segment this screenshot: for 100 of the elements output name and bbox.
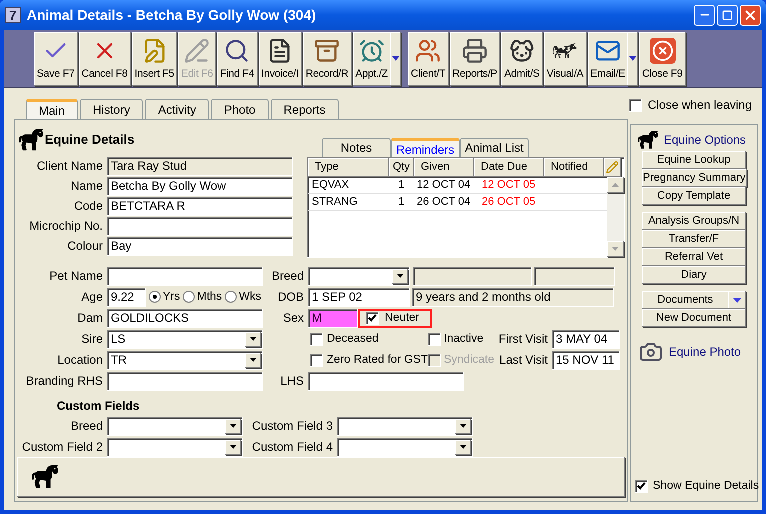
dropdown-button[interactable] <box>245 352 261 368</box>
option-button[interactable]: Referral Vet <box>642 248 746 266</box>
toolbar-button[interactable]: Insert F5 <box>132 32 178 86</box>
scrollbar[interactable] <box>607 177 624 257</box>
dropdown-field[interactable]: TR <box>107 350 263 370</box>
text-field[interactable]: Tara Ray Stud <box>107 156 293 176</box>
photo-link[interactable]: Equine Photo <box>669 343 742 361</box>
toolbar-button[interactable]: Find F4 <box>217 32 258 86</box>
checkbox[interactable] <box>628 98 642 112</box>
scroll-down-button[interactable] <box>607 241 624 257</box>
dog-icon <box>509 38 536 64</box>
maximize-icon <box>722 10 733 20</box>
table-cell-text: 1 <box>397 178 406 193</box>
minimize-button[interactable] <box>694 4 715 26</box>
toolbar-button[interactable]: Reports/P <box>450 32 500 86</box>
toolbar-button[interactable]: Record/R <box>302 32 352 86</box>
dropdown-field[interactable]: LS <box>107 330 263 349</box>
tab[interactable]: History <box>80 99 144 119</box>
close-button[interactable] <box>740 4 761 26</box>
dropdown-field[interactable] <box>337 438 473 457</box>
radio-button[interactable] <box>183 291 196 304</box>
field-label: Microchip No. <box>28 218 104 235</box>
option-button[interactable]: New Document <box>642 309 746 327</box>
radio-label: Yrs <box>163 290 180 305</box>
toolbar-button[interactable]: Cancel F8 <box>78 32 131 86</box>
text-field[interactable]: 9.22 <box>107 288 146 307</box>
text-field[interactable]: 3 MAY 04 <box>552 330 620 349</box>
tab[interactable]: Photo <box>211 99 269 119</box>
tab[interactable]: Animal List <box>460 138 529 157</box>
text-field[interactable] <box>107 372 263 391</box>
text-field[interactable]: 1 SEP 02 <box>308 288 410 307</box>
column-header[interactable]: Given <box>414 158 474 177</box>
dropdown-button[interactable] <box>392 268 408 284</box>
option-button[interactable]: Pregnancy Summary <box>642 169 747 187</box>
edit-button[interactable] <box>604 158 621 177</box>
toolbar-button[interactable]: Admit/S <box>501 32 543 86</box>
dropdown-button[interactable] <box>728 291 746 309</box>
field-label: Custom Field 4 <box>251 439 334 456</box>
toolbar-button[interactable]: Appt./Z <box>352 32 390 86</box>
text-field[interactable] <box>107 266 263 286</box>
toolbar-button[interactable]: Save F7 <box>34 32 78 86</box>
option-button[interactable]: Copy Template <box>642 187 746 205</box>
toolbar-button[interactable]: Email/E <box>588 32 628 86</box>
scroll-up-button[interactable] <box>607 177 624 193</box>
tab[interactable]: Reminders <box>391 138 460 157</box>
dropdown-button[interactable] <box>225 440 241 455</box>
dropdown-button[interactable] <box>455 440 471 455</box>
text-field[interactable] <box>107 216 293 236</box>
table-cell-text: STRANG <box>311 194 359 210</box>
option-button[interactable]: Documents <box>642 291 728 309</box>
toolbar-button[interactable]: Close F9 <box>639 32 686 86</box>
dropdown-button[interactable] <box>627 32 638 86</box>
dropdown-button[interactable] <box>455 418 471 434</box>
text-field[interactable]: BETCTARA R <box>107 196 293 216</box>
dropdown-field[interactable] <box>107 416 243 436</box>
text-field[interactable]: Bay <box>107 236 293 256</box>
text-field[interactable]: 15 NOV 11 <box>552 350 620 370</box>
tab[interactable]: Reports <box>270 99 339 119</box>
readonly-field[interactable]: 9 years and 2 months old <box>412 288 614 307</box>
neuter-checkbox[interactable]: Neuter <box>358 308 432 328</box>
dropdown-button[interactable] <box>390 32 402 86</box>
tab[interactable]: Notes <box>322 138 391 157</box>
column-header[interactable]: Date Due <box>474 158 544 177</box>
option-button[interactable]: Equine Lookup <box>642 151 746 169</box>
radio-button[interactable] <box>149 291 161 304</box>
dropdown-button[interactable] <box>225 418 241 434</box>
maximize-button[interactable] <box>717 4 738 26</box>
dropdown-button[interactable] <box>245 332 261 347</box>
text-field[interactable]: GOLDILOCKS <box>107 308 263 328</box>
tab[interactable]: Main <box>26 99 78 119</box>
checkbox[interactable] <box>310 332 323 346</box>
panel-title: Equine Options <box>664 132 746 149</box>
toolbar-button[interactable]: Visual/A <box>544 32 587 86</box>
field-label: Colour <box>66 238 104 255</box>
option-button[interactable]: Diary <box>642 266 746 284</box>
dropdown-field[interactable] <box>308 266 410 286</box>
checkbox[interactable] <box>366 312 379 325</box>
option-button[interactable]: Analysis Groups/N <box>642 212 746 230</box>
table-cell-text: 1 <box>397 194 406 210</box>
toolbar-button[interactable]: Client/T <box>408 32 449 86</box>
column-header[interactable]: Notified <box>544 158 604 177</box>
up-arrow-icon <box>612 183 619 187</box>
dropdown-field[interactable] <box>107 438 243 457</box>
table-cell-text: EQVAX <box>311 178 350 193</box>
checkbox[interactable] <box>428 332 441 346</box>
checkbox[interactable] <box>635 480 648 493</box>
tab[interactable]: Activity <box>145 99 210 119</box>
column-header[interactable]: Qty <box>389 158 414 177</box>
sex-field[interactable]: M <box>308 308 358 328</box>
people-icon <box>415 38 442 64</box>
checkbox[interactable] <box>310 354 323 367</box>
option-button[interactable]: Transfer/F <box>642 230 746 248</box>
radio-button[interactable] <box>225 291 238 304</box>
column-header[interactable]: Type <box>308 158 389 177</box>
section-title: Custom Fields <box>57 398 141 416</box>
dropdown-field[interactable] <box>337 416 473 436</box>
text-field[interactable]: Betcha By Golly Wow <box>107 176 293 196</box>
field-label: Branding RHS <box>25 373 104 390</box>
toolbar-button[interactable]: Invoice/I <box>258 32 302 86</box>
text-field[interactable] <box>308 372 464 391</box>
